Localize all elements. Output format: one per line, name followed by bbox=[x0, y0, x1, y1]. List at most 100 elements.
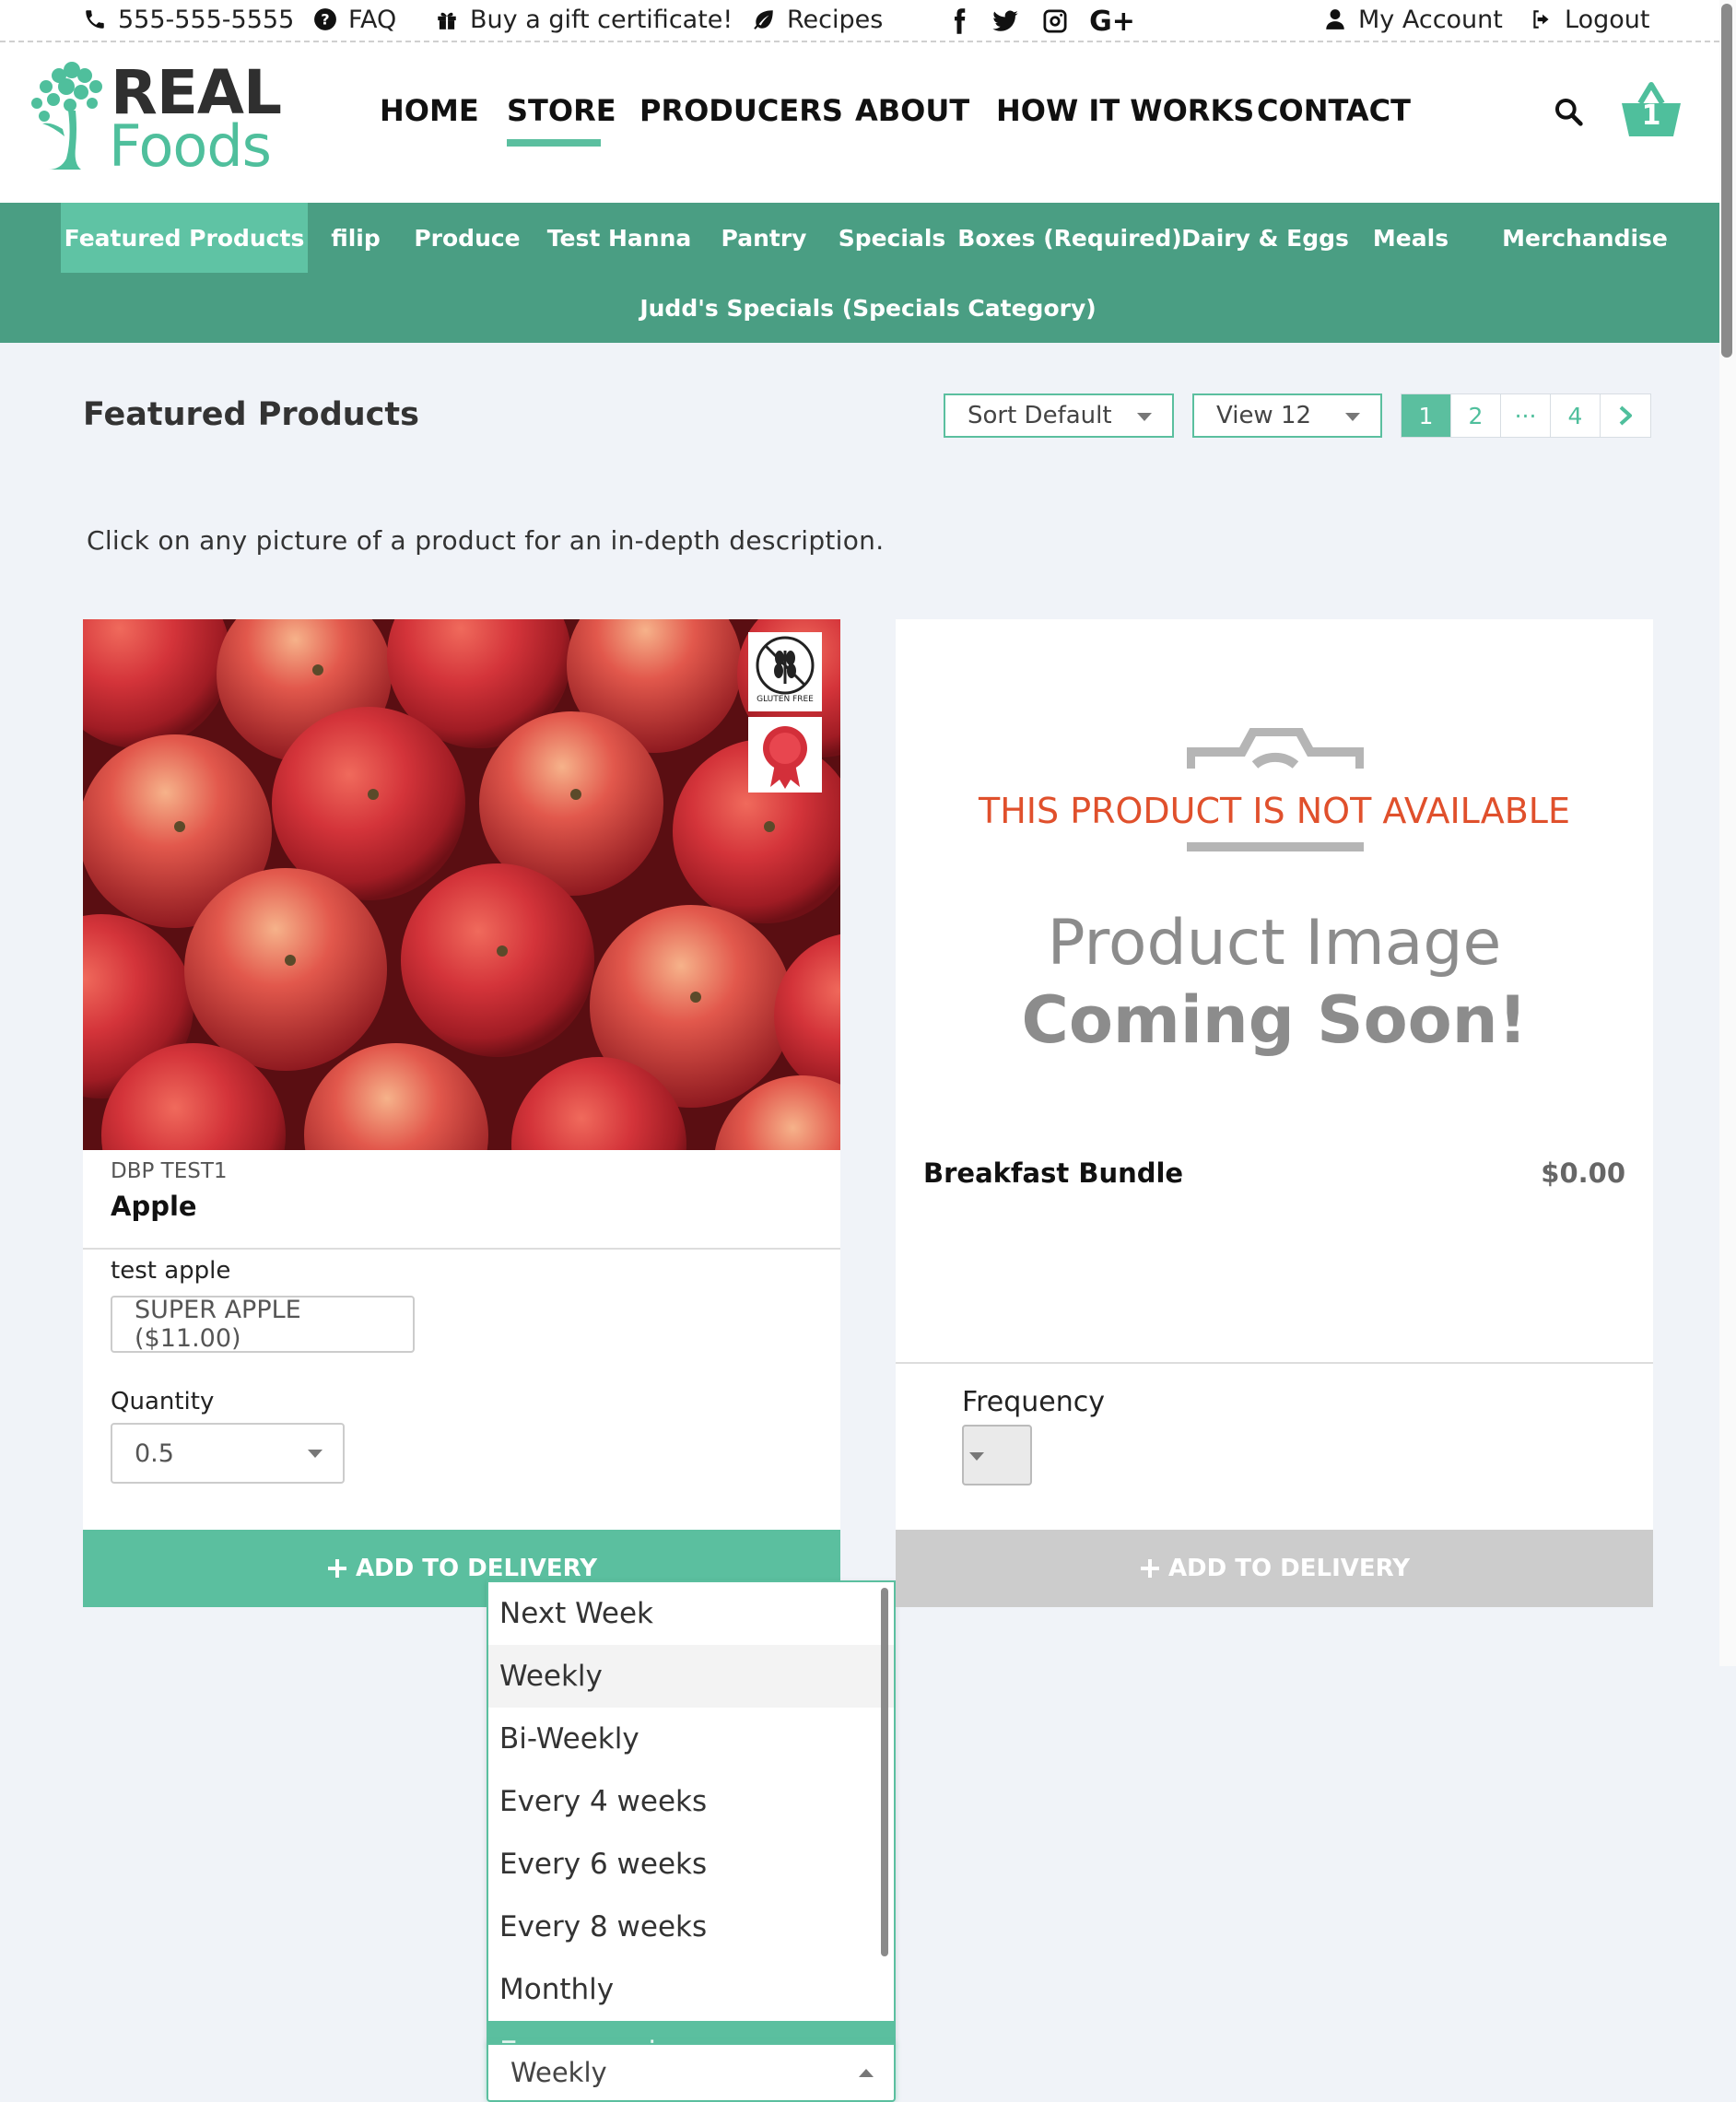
dropdown-scrollbar[interactable] bbox=[881, 1588, 888, 1956]
frequency-label: Frequency bbox=[962, 1386, 1105, 1418]
category-pantry[interactable]: Pantry bbox=[708, 203, 820, 273]
nav-active-indicator bbox=[507, 139, 601, 147]
user-icon bbox=[1326, 9, 1344, 29]
cart-button[interactable]: 1 bbox=[1620, 79, 1683, 138]
frequency-option-selected[interactable]: Every week bbox=[488, 2021, 894, 2043]
page-4-link[interactable]: 4 bbox=[1551, 394, 1601, 437]
next-page-button[interactable] bbox=[1601, 394, 1650, 437]
cart-count: 1 bbox=[1641, 100, 1661, 132]
quantity-select-value: 0.5 bbox=[135, 1439, 174, 1468]
category-boxes[interactable]: Boxes (Required) bbox=[957, 203, 1181, 273]
chevron-right-icon bbox=[1619, 405, 1632, 426]
product-name: Breakfast Bundle bbox=[923, 1157, 1184, 1189]
faq-label: FAQ bbox=[348, 5, 397, 34]
faq-link[interactable]: ? FAQ bbox=[313, 2, 396, 37]
quantity-select[interactable]: 0.5 bbox=[111, 1423, 345, 1484]
variant-select[interactable]: SUPER APPLE ($11.00) bbox=[111, 1296, 415, 1353]
category-produce[interactable]: Produce bbox=[404, 203, 531, 273]
frequency-select[interactable]: Weekly bbox=[487, 2043, 896, 2102]
category-bar: Featured Products filip Produce Test Han… bbox=[0, 203, 1719, 343]
pagination: 1 2 ··· 4 bbox=[1401, 393, 1651, 438]
question-circle-icon: ? bbox=[314, 8, 336, 30]
view-select-value: View 12 bbox=[1216, 402, 1312, 429]
facebook-icon[interactable] bbox=[944, 6, 975, 37]
gift-icon bbox=[438, 12, 456, 29]
nav-home[interactable]: HOME bbox=[380, 93, 479, 128]
gift-certificate-link[interactable]: Buy a gift certificate! bbox=[435, 2, 733, 37]
category-dairy-eggs[interactable]: Dairy & Eggs bbox=[1176, 203, 1355, 273]
category-featured-products[interactable]: Featured Products bbox=[61, 203, 308, 273]
gift-label: Buy a gift certificate! bbox=[470, 5, 733, 34]
category-judds-specials[interactable]: Judd's Specials (Specials Category) bbox=[639, 273, 1096, 343]
apple-product-image[interactable] bbox=[83, 619, 840, 1150]
award-badge bbox=[748, 717, 822, 793]
frequency-option[interactable]: Weekly bbox=[488, 1645, 894, 1708]
chevron-up-icon bbox=[859, 2069, 874, 2077]
category-filip[interactable]: filip bbox=[308, 203, 404, 273]
ribbon-icon bbox=[763, 726, 807, 789]
tree-icon bbox=[31, 62, 102, 170]
logo-foods-text: Foods bbox=[109, 112, 272, 180]
page-ellipsis: ··· bbox=[1501, 394, 1551, 437]
page-2-link[interactable]: 2 bbox=[1451, 394, 1501, 437]
placeholder-line-1: Product Image bbox=[1047, 907, 1502, 980]
category-specials[interactable]: Specials bbox=[820, 203, 964, 273]
view-select[interactable]: View 12 bbox=[1192, 393, 1382, 438]
my-account-link[interactable]: My Account bbox=[1323, 2, 1503, 37]
intro-text: Click on any picture of a product for an… bbox=[87, 525, 885, 556]
phone-link[interactable]: 555-555-5555 bbox=[83, 2, 294, 37]
product-card-apple: GLUTEN FREE DBP TEST1 Apple test apple S… bbox=[83, 619, 896, 2102]
category-test-hanna[interactable]: Test Hanna bbox=[531, 203, 708, 273]
sort-select-value: Sort Default bbox=[968, 402, 1112, 429]
add-to-delivery-button-disabled[interactable]: ADD TO DELIVERY bbox=[896, 1530, 1653, 1607]
card-divider bbox=[83, 1248, 840, 1250]
product-price: $0.00 bbox=[1541, 1157, 1625, 1189]
top-utility-bar: 555-555-5555 ? FAQ Buy a gift certificat… bbox=[0, 0, 1719, 42]
add-to-delivery-label: ADD TO DELIVERY bbox=[1167, 1555, 1411, 1582]
chevron-down-icon bbox=[969, 1452, 984, 1461]
frequency-option[interactable]: Every 4 weeks bbox=[488, 1770, 894, 1833]
product-sku: DBP TEST1 bbox=[111, 1159, 228, 1183]
page-title: Featured Products bbox=[83, 396, 419, 433]
gluten-free-badge: GLUTEN FREE bbox=[748, 632, 822, 711]
page-1-link[interactable]: 1 bbox=[1402, 394, 1451, 437]
not-available-text: THIS PRODUCT IS NOT AVAILABLE bbox=[979, 791, 1570, 831]
nav-about[interactable]: ABOUT bbox=[855, 93, 969, 128]
card-divider bbox=[896, 1362, 1653, 1364]
svg-text:?: ? bbox=[321, 10, 329, 28]
search-icon[interactable] bbox=[1554, 97, 1583, 126]
chevron-down-icon bbox=[1345, 413, 1360, 421]
sign-out-icon bbox=[1533, 10, 1549, 29]
add-to-delivery-label: ADD TO DELIVERY bbox=[355, 1555, 598, 1582]
gluten-free-label: GLUTEN FREE bbox=[757, 695, 814, 704]
product-image-placeholder[interactable]: THIS PRODUCT IS NOT AVAILABLE Product Im… bbox=[896, 619, 1653, 1150]
frequency-option[interactable]: Every 6 weeks bbox=[488, 1833, 894, 1896]
nav-how-it-works[interactable]: HOW IT WORKS bbox=[996, 93, 1254, 128]
frequency-select-value: Weekly bbox=[510, 2057, 607, 2088]
category-meals[interactable]: Meals bbox=[1355, 203, 1467, 273]
frequency-option[interactable]: Bi-Weekly bbox=[488, 1708, 894, 1770]
instagram-icon[interactable] bbox=[1039, 6, 1071, 37]
plus-icon bbox=[1140, 1559, 1159, 1578]
nav-store[interactable]: STORE bbox=[507, 93, 616, 128]
leaf-icon bbox=[754, 10, 773, 29]
site-header: REAL Foods HOME STORE PRODUCERS ABOUT HO… bbox=[0, 42, 1719, 203]
nav-producers[interactable]: PRODUCERS bbox=[639, 93, 843, 128]
recipes-link[interactable]: Recipes bbox=[752, 2, 883, 37]
frequency-option[interactable]: Next Week bbox=[488, 1582, 894, 1645]
real-foods-logo[interactable]: REAL Foods bbox=[26, 55, 282, 180]
gluten-free-icon bbox=[756, 636, 815, 695]
google-plus-label: G+ bbox=[1089, 5, 1135, 38]
frequency-select-empty[interactable] bbox=[962, 1425, 1032, 1485]
nav-contact[interactable]: CONTACT bbox=[1257, 93, 1411, 128]
sort-select[interactable]: Sort Default bbox=[944, 393, 1174, 438]
frequency-option[interactable]: Monthly bbox=[488, 1958, 894, 2021]
logout-link[interactable]: Logout bbox=[1530, 2, 1649, 37]
google-plus-icon[interactable]: G+ bbox=[1089, 5, 1135, 38]
category-merchandise[interactable]: Merchandise bbox=[1467, 203, 1703, 273]
variant-select-value: SUPER APPLE ($11.00) bbox=[135, 1296, 301, 1353]
page-scrollbar-thumb[interactable] bbox=[1721, 4, 1732, 358]
frequency-option[interactable]: Every 8 weeks bbox=[488, 1896, 894, 1958]
twitter-icon[interactable] bbox=[990, 6, 1021, 37]
chevron-down-icon bbox=[1137, 413, 1152, 421]
